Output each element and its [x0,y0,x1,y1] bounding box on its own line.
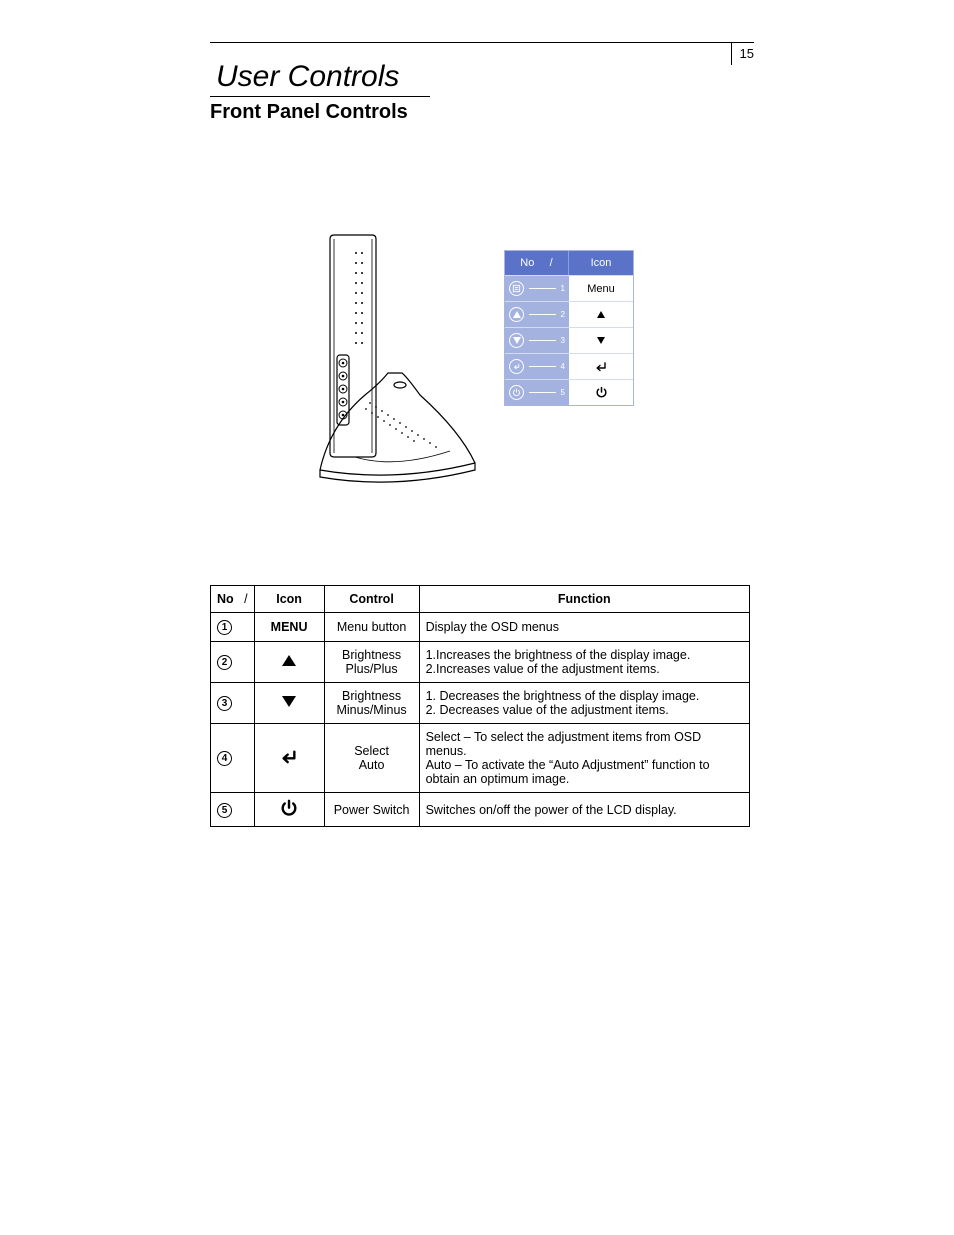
row-icon: MENU [254,613,324,642]
row-icon [254,793,324,827]
row-function: Display the OSD menus [419,613,749,642]
power-icon [509,385,524,400]
th-function: Function [419,586,749,613]
row-icon [254,724,324,793]
table-row: 3 Brightness Minus/Minus1. Decreases the … [211,683,750,724]
title-rule [210,96,430,97]
legend-row-1: 1 Menu [505,275,633,301]
top-rule [210,42,754,43]
controls-table: No / Icon Control Function 1MENUMenu but… [210,585,750,827]
enter-icon [509,359,524,374]
row-no: 5 [211,793,255,827]
legend-row-2: 2 [505,301,633,327]
row-no: 4 [211,724,255,793]
table-row: 4 SelectAutoSelect – To select the adjust… [211,724,750,793]
legend-row-4: 4 [505,353,633,379]
table-row: 5 Power SwitchSwitches on/off the power o… [211,793,750,827]
row-control: Brightness Minus/Minus [324,683,419,724]
row-control: Brightness Plus/Plus [324,642,419,683]
legend-head-slash: / [550,257,553,269]
legend-num-5: 5 [561,388,565,397]
menu-icon [509,281,524,296]
row-function: Switches on/off the power of the LCD dis… [419,793,749,827]
down-icon [509,333,524,348]
section-title: Front Panel Controls [210,101,730,124]
th-icon: Icon [254,586,324,613]
legend-head-icon: Icon [569,251,633,275]
legend-num-2: 2 [561,310,565,319]
legend-num-4: 4 [561,362,565,371]
row-no: 2 [211,642,255,683]
legend-num-1: 1 [561,284,565,293]
table-row: 1MENUMenu buttonDisplay the OSD menus [211,613,750,642]
legend-icon-cell-4 [569,354,633,379]
row-icon [254,683,324,724]
up-icon [509,307,524,322]
icon-legend-table: No / Icon 1 Menu [504,250,634,406]
row-no: 3 [211,683,255,724]
legend-icon-cell-3 [569,328,633,353]
row-control: Power Switch [324,793,419,827]
monitor-illustration [310,225,480,495]
row-function: 1.Increases the brightness of the displa… [419,642,749,683]
legend-head-no-text: No [520,257,534,269]
row-function: 1. Decreases the brightness of the displ… [419,683,749,724]
th-no: No / [211,586,255,613]
table-row: 2 Brightness Plus/Plus1.Increases the bri… [211,642,750,683]
table-header-row: No / Icon Control Function [211,586,750,613]
title-block: User Controls Front Panel Controls [210,60,730,124]
legend-row-3: 3 [505,327,633,353]
legend-num-3: 3 [561,336,565,345]
row-no: 1 [211,613,255,642]
th-control: Control [324,586,419,613]
row-icon [254,642,324,683]
chapter-title: User Controls [216,60,730,94]
legend-icon-cell-5 [569,380,633,405]
manual-page: 15 User Controls Front Panel Controls [0,0,954,1235]
th-no-text: No [217,592,234,606]
legend-row-5: 5 [505,379,633,405]
row-function: Select – To select the adjustment items … [419,724,749,793]
row-control: SelectAuto [324,724,419,793]
figure-area: No / Icon 1 Menu [310,225,634,495]
legend-icon-cell-2 [569,302,633,327]
icon-legend-header: No / Icon [505,251,633,275]
legend-icon-cell-1: Menu [569,276,633,301]
page-number: 15 [731,42,754,65]
legend-head-no: No / [505,251,569,275]
th-slash: / [244,592,247,606]
row-control: Menu button [324,613,419,642]
